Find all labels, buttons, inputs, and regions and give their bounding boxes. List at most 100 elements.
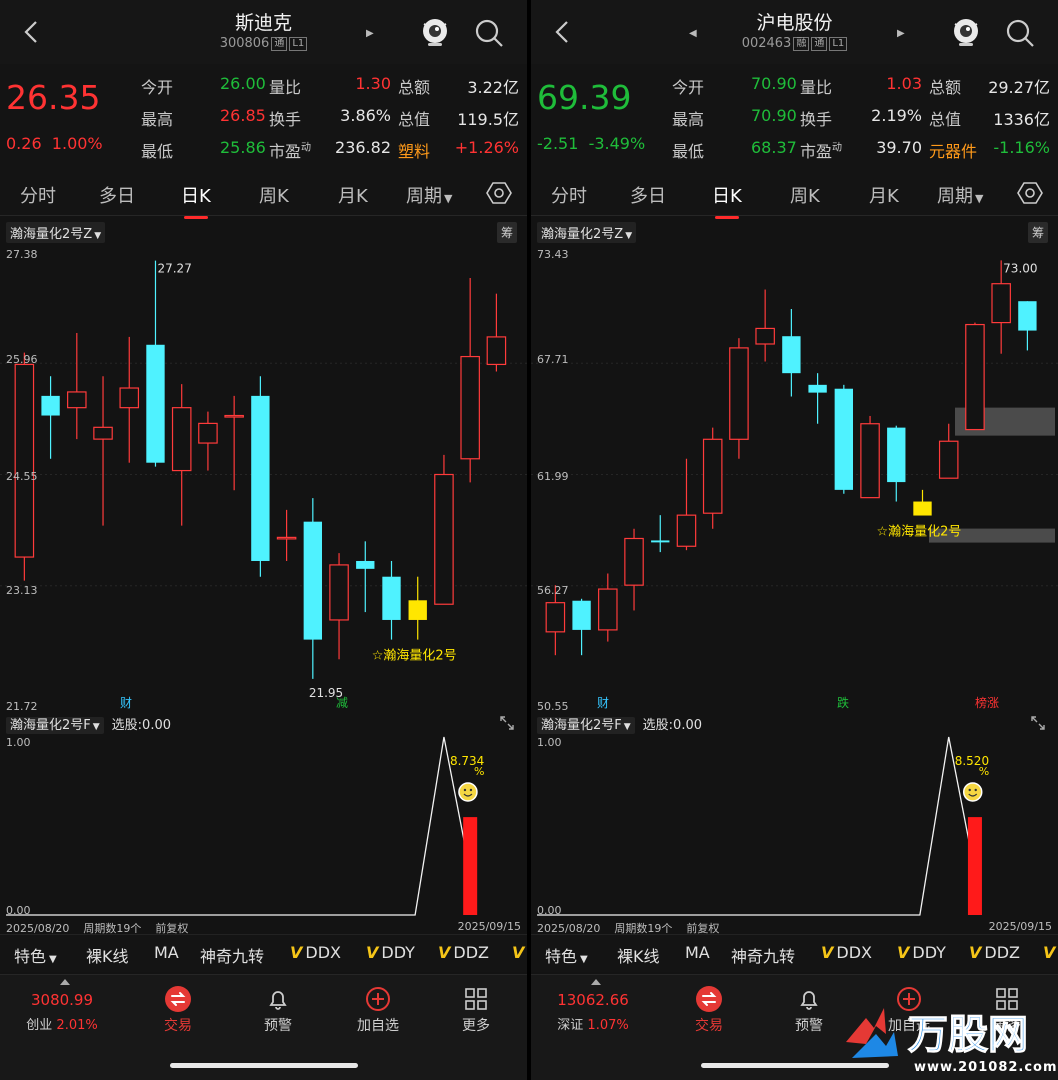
candlestick-chart[interactable]: 73.00 ☆瀚海量化2号财 跌 榜涨 xyxy=(531,242,1058,712)
candle-body-up xyxy=(329,564,349,621)
candle xyxy=(486,293,507,372)
indicator-strip-item[interactable]: MA xyxy=(685,943,710,962)
next-stock-icon[interactable]: ▶ xyxy=(897,28,905,39)
candle xyxy=(808,373,827,424)
indicator-strip-item[interactable]: 特色 ▼ xyxy=(14,943,57,967)
indicator-strip-item[interactable]: 特色 ▼ xyxy=(545,943,588,967)
pe-label-text: 市盈 xyxy=(269,142,302,161)
candle-body-up xyxy=(755,327,775,345)
sub-indicator-chart[interactable]: 1.000.008.734% xyxy=(0,735,527,917)
tab-label: 日K xyxy=(712,186,742,207)
y-axis-label: 24.55 xyxy=(6,470,38,483)
indicator-strip-item[interactable]: V xyxy=(1043,943,1058,962)
chevron-down-icon: ▼ xyxy=(444,192,453,205)
v-badge-icon: V xyxy=(1043,943,1056,962)
y-axis-label: 61.99 xyxy=(537,470,569,483)
bottom-nav-trade[interactable]: 交易 xyxy=(659,975,759,1035)
period-tabs: 分时 多日 日K 周K 月K 周期 ▼ xyxy=(0,174,527,219)
tab-period-1[interactable]: 多日 xyxy=(630,182,666,208)
sector-name[interactable]: 元器件 xyxy=(929,138,977,162)
event-tag[interactable]: 财 xyxy=(597,696,609,710)
settings-hex-icon[interactable] xyxy=(486,180,512,206)
chevron-up-icon[interactable] xyxy=(591,979,601,985)
market-index[interactable]: 3080.99 创业 2.01% xyxy=(12,991,112,1033)
signal-candle-body xyxy=(408,600,427,620)
candle-body-up xyxy=(171,407,192,472)
vol-ratio-value: 1.30 xyxy=(355,74,391,93)
tab-period-0[interactable]: 分时 xyxy=(551,182,587,208)
indicator-strip-item[interactable]: V DDZ xyxy=(969,943,1020,962)
chevron-up-icon[interactable] xyxy=(60,979,70,985)
indicator-strip-item[interactable]: V DDX xyxy=(290,943,341,962)
expand-icon[interactable] xyxy=(1029,714,1047,732)
candle-body-down xyxy=(651,540,670,543)
quote-panel: 69.39 -2.51 -3.49% 今开 70.90 最高 70.90 最低 … xyxy=(531,64,1058,174)
settings-hex-icon[interactable] xyxy=(1017,180,1043,206)
indicator-strip-item[interactable]: MA xyxy=(154,943,179,962)
candle-body-down xyxy=(834,388,854,490)
expand-icon[interactable] xyxy=(498,714,516,732)
tab-period-4[interactable]: 月K xyxy=(338,182,368,208)
next-stock-icon[interactable]: ▶ xyxy=(366,28,374,39)
tab-period-3[interactable]: 周K xyxy=(259,182,289,208)
change-pct: 1.00% xyxy=(51,134,103,153)
indicator-strip-item[interactable]: V DDY xyxy=(366,943,415,962)
candle xyxy=(382,560,401,640)
event-tag[interactable]: 榜涨 xyxy=(975,695,999,710)
candle xyxy=(729,338,749,459)
index-value: 3080.99 xyxy=(30,991,94,1009)
candle-body-up xyxy=(198,422,218,444)
event-tag[interactable]: 财 xyxy=(120,696,132,710)
sub-indicator-chart[interactable]: 1.000.008.520% xyxy=(531,735,1058,917)
tab-period-3[interactable]: 周K xyxy=(790,182,820,208)
candlestick-chart[interactable]: 27.2721.95☆瀚海量化2号财减 xyxy=(0,242,527,712)
y-axis-label: 21.72 xyxy=(6,700,38,713)
event-tag[interactable]: 减 xyxy=(336,696,348,710)
tab-daily-k[interactable]: 日K xyxy=(181,182,211,219)
tab-period-1[interactable]: 多日 xyxy=(99,182,135,208)
bottom-nav-alert[interactable]: 预警 xyxy=(228,975,328,1035)
sub-indicator-selector[interactable]: 瀚海量化2号F ▼ xyxy=(6,717,104,734)
robot-assistant-icon[interactable] xyxy=(951,16,981,48)
high-mark: 27.27 xyxy=(157,262,191,276)
bottom-nav-trade[interactable]: 交易 xyxy=(128,975,228,1035)
indicator-strip-item[interactable]: 神奇九转 xyxy=(200,943,264,967)
tab-period-4[interactable]: 月K xyxy=(869,182,899,208)
indicator-strip-item[interactable]: V DDZ xyxy=(438,943,489,962)
indicator-strip-item[interactable]: 裸K线 xyxy=(86,943,129,967)
bottom-nav-more[interactable]: 更多 xyxy=(426,975,526,1035)
candle xyxy=(887,425,906,502)
tab-period-5[interactable]: 周期 ▼ xyxy=(406,182,452,208)
tab-daily-k[interactable]: 日K xyxy=(712,182,742,219)
pe-label: 市盈动 xyxy=(800,138,842,162)
indicator-strip-item[interactable]: V xyxy=(512,943,527,962)
bottom-nav-add-watchlist[interactable]: 加自选 xyxy=(328,975,428,1035)
sector-name[interactable]: 塑料 xyxy=(398,138,430,162)
signal-label: ☆瀚海量化2号 xyxy=(877,524,962,539)
vol-ratio-value: 1.03 xyxy=(886,74,922,93)
search-icon[interactable] xyxy=(1005,18,1035,48)
selection-value: 选股:0.00 xyxy=(642,718,702,733)
index-name-row: 深证 1.07% xyxy=(543,1014,643,1033)
indicator-strip-item[interactable]: 裸K线 xyxy=(617,943,660,967)
chip-distribution-button[interactable]: 筹 xyxy=(497,222,518,243)
prev-stock-icon[interactable]: ◀ xyxy=(689,28,697,39)
indicator-strip-item[interactable]: 神奇九转 xyxy=(731,943,795,967)
smiley-icon xyxy=(458,782,478,802)
tab-period-0[interactable]: 分时 xyxy=(20,182,56,208)
indicator-strip-item[interactable]: V DDY xyxy=(897,943,946,962)
indicator-strip-item[interactable]: V DDX xyxy=(821,943,872,962)
chevron-down-icon: ▼ xyxy=(975,192,984,205)
index-name: 创业 xyxy=(26,1018,53,1033)
event-tag[interactable]: 跌 xyxy=(837,695,849,710)
robot-assistant-icon[interactable] xyxy=(420,16,450,48)
main-indicator-selector[interactable]: 瀚海量化2号Z ▼ xyxy=(6,222,106,243)
main-indicator-selector[interactable]: 瀚海量化2号Z ▼ xyxy=(537,222,637,243)
market-index[interactable]: 13062.66 深证 1.07% xyxy=(543,991,643,1033)
sub-indicator-selector[interactable]: 瀚海量化2号F ▼ xyxy=(537,717,635,734)
candle-body-up xyxy=(676,514,697,547)
bottom-nav-label: 更多 xyxy=(462,1018,490,1034)
tab-period-5[interactable]: 周期 ▼ xyxy=(937,182,983,208)
chip-distribution-button[interactable]: 筹 xyxy=(1028,222,1049,243)
search-icon[interactable] xyxy=(474,18,504,48)
